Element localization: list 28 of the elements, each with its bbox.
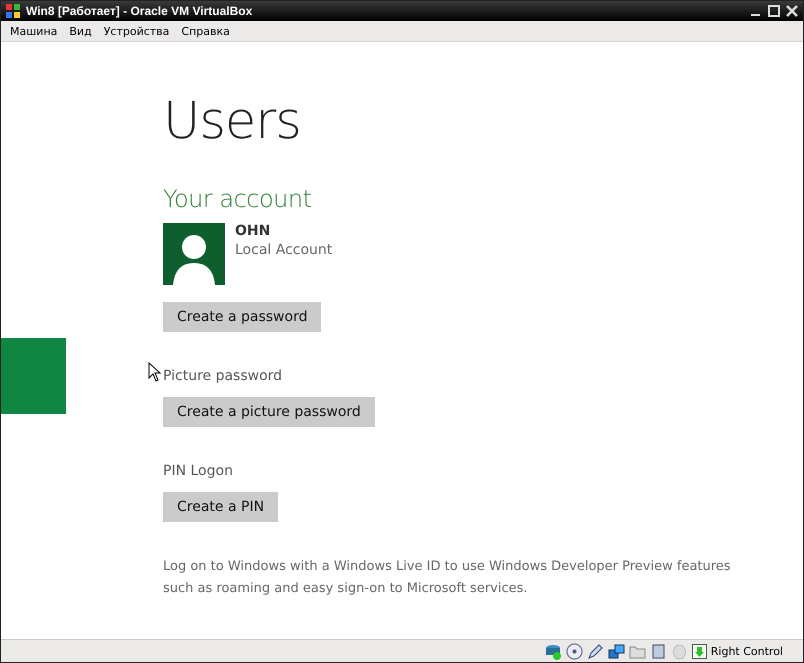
arrow-down-icon	[692, 644, 707, 658]
host-key-label: Right Control	[710, 644, 783, 658]
create-button[interactable]: Create a picture password	[163, 397, 375, 427]
hard-disk-icon[interactable]	[544, 642, 562, 660]
account-type: Local Account	[235, 242, 332, 258]
maximize-icon[interactable]	[767, 4, 781, 18]
close-icon[interactable]	[785, 4, 799, 18]
page-title: Users	[163, 92, 301, 151]
window-title: Win8 [Работает] - Oracle VM VirtualBox	[26, 4, 254, 18]
pen-icon[interactable]	[586, 642, 604, 660]
user-avatar-icon	[163, 223, 225, 285]
create-button[interactable]: Create a password	[163, 302, 322, 332]
menu-item[interactable]: Вид	[63, 24, 98, 38]
menu-item[interactable]: Машина	[4, 24, 64, 38]
info-text: Log on to Windows with a Windows Live ID to use Windows Developer Preview features such as roaming and easy sign-on to Microsoft services.	[163, 558, 732, 598]
option-label: PIN Logon	[163, 463, 233, 479]
menu-item[interactable]: Устройства	[98, 24, 176, 38]
tile[interactable]	[1, 338, 66, 414]
disc-icon[interactable]	[566, 642, 583, 660]
option-label: Picture password	[163, 368, 282, 384]
app-icon	[5, 3, 21, 19]
cursor-icon	[148, 362, 162, 382]
chip-icon[interactable]	[650, 642, 667, 660]
account-name: OHN	[235, 223, 272, 239]
create-button[interactable]: Create a PIN	[163, 492, 278, 522]
section-heading: Your account	[163, 185, 312, 213]
network-icon[interactable]	[608, 642, 625, 660]
menu-item[interactable]: Справка	[175, 24, 236, 38]
